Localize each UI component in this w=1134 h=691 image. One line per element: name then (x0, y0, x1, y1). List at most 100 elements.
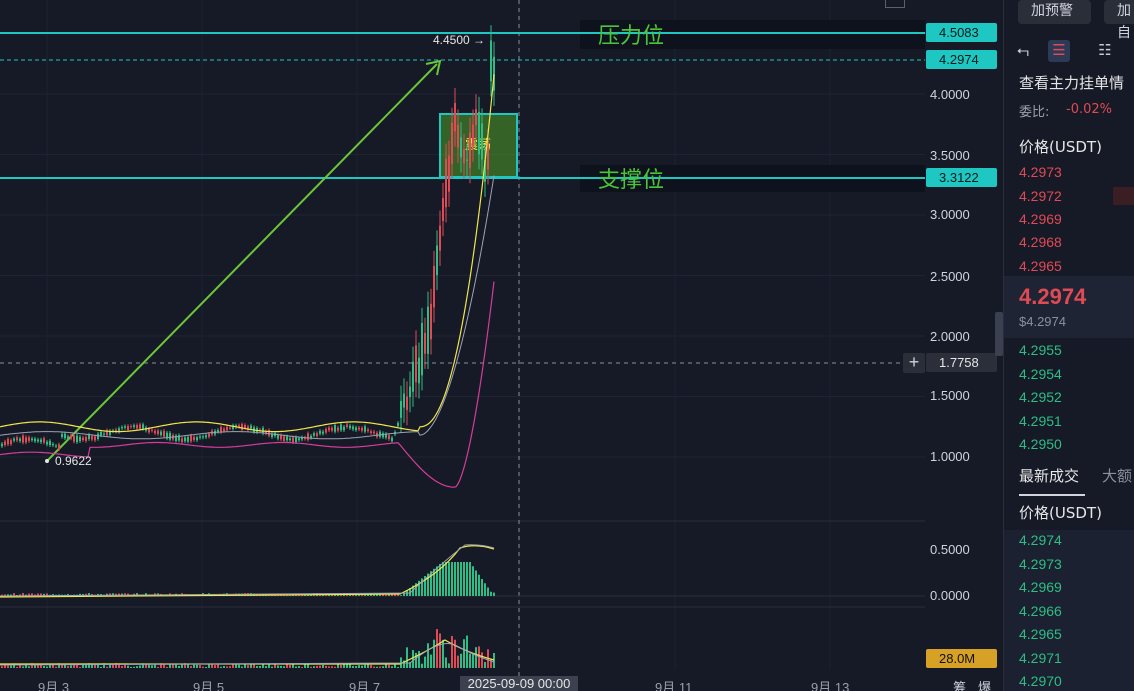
tab-large-trades[interactable]: 大额 (1102, 465, 1132, 486)
bid-price[interactable]: 4.2951 (1019, 413, 1062, 429)
ask-price[interactable]: 4.2968 (1019, 234, 1062, 250)
trade-price: 4.2970 (1019, 673, 1062, 689)
chart-canvas[interactable]: 震荡4.4500 →0.9622 (0, 0, 1003, 691)
tab-latest-trades[interactable]: 最新成交 (1019, 465, 1079, 486)
volume-bar (100, 666, 102, 668)
orderbook-title[interactable]: 查看主力挂单情 (1019, 72, 1124, 93)
candle-body (61, 434, 63, 437)
candle-body (466, 159, 468, 161)
candle-body (283, 436, 285, 441)
volume-bar (301, 666, 303, 668)
y-axis-label: 1.5000 (930, 388, 970, 403)
candle-body (463, 148, 465, 164)
volume-bar (340, 664, 342, 668)
ask-price[interactable]: 4.2965 (1019, 258, 1062, 274)
candle-body (373, 431, 375, 434)
last-price-tag: 4.2974 (926, 50, 997, 69)
bid-price[interactable]: 4.2952 (1019, 389, 1062, 405)
candle-body (127, 425, 129, 430)
oscillator-bar (460, 562, 462, 596)
candle-body (358, 427, 360, 430)
volume-bar (121, 666, 123, 668)
candle-body (379, 431, 381, 437)
candle-body (139, 424, 141, 429)
volume-bar (406, 647, 408, 668)
volume-bar (283, 666, 285, 668)
candle-body (340, 424, 342, 431)
oscillator-bar (457, 562, 459, 596)
volume-bar (484, 662, 486, 668)
ask-price[interactable]: 4.2973 (1019, 164, 1062, 180)
volume-bar (331, 666, 333, 668)
bid-price[interactable]: 4.2950 (1019, 436, 1062, 452)
y-axis-label: 3.5000 (930, 148, 970, 163)
add-watchlist-button[interactable]: 加自 (1104, 0, 1134, 41)
candle-body (229, 427, 231, 429)
volume-bar (271, 666, 273, 668)
x-axis-label: 9月 3 (38, 680, 70, 691)
candle-body (400, 400, 402, 418)
oscillator-bar (466, 562, 468, 596)
candle-body (169, 432, 171, 440)
ratio-value: -0.02% (1066, 102, 1112, 117)
candle-body (133, 425, 135, 428)
volume-bar (97, 664, 99, 668)
candle-body (163, 430, 165, 437)
volume-bar (421, 663, 423, 668)
liquidation-label[interactable]: 爆 (978, 677, 991, 691)
ask-price[interactable]: 4.2972 (1019, 188, 1062, 204)
candle-body (469, 132, 471, 169)
volume-bar (412, 650, 414, 668)
candle-body (67, 436, 69, 439)
candle-body (82, 437, 84, 441)
volume-bar (133, 666, 135, 668)
collapse-panel-handle[interactable] (995, 312, 1003, 356)
candle-body (487, 144, 489, 170)
orderbook-list-icon[interactable]: ☷ (1094, 40, 1116, 62)
volume-bar (151, 665, 153, 668)
add-alert-button[interactable]: 加预警 (1018, 0, 1091, 24)
back-icon[interactable]: ⮢ (1012, 40, 1034, 62)
candle-body (97, 433, 99, 439)
candle-body (427, 306, 429, 354)
bid-price[interactable]: 4.2954 (1019, 366, 1062, 382)
volume-bar (370, 664, 372, 668)
volume-bar (43, 665, 45, 668)
volume-bar (187, 664, 189, 668)
orderbook-both-icon[interactable]: ☰ (1048, 40, 1070, 62)
oscillator-bar (481, 579, 483, 596)
bid-price[interactable]: 4.2955 (1019, 342, 1062, 358)
volume-bar (127, 665, 129, 668)
oscillator-bar (475, 570, 477, 596)
candle-body (7, 438, 9, 445)
candle-body (100, 431, 102, 436)
candle-body (439, 225, 441, 251)
candle-body (442, 198, 444, 222)
ask-price[interactable]: 4.2969 (1019, 211, 1062, 227)
candle-body (403, 393, 405, 408)
candle-body (142, 424, 144, 429)
candle-body (322, 431, 324, 434)
volume-bar (154, 664, 156, 668)
volume-bar (223, 666, 225, 668)
volume-bar (214, 665, 216, 668)
volume-bar (181, 664, 183, 668)
volume-bar (178, 665, 180, 668)
price-header: 价格(USDT) (1019, 138, 1102, 156)
add-plus-button[interactable]: + (903, 353, 925, 373)
chips-label[interactable]: 筹 (953, 677, 966, 691)
volume-bar (388, 664, 390, 668)
price-chart[interactable]: 震荡4.4500 →0.9622 4.0000 3.5000 3.0000 2.… (0, 0, 1003, 691)
candle-body (388, 435, 390, 440)
volume-bar (259, 665, 261, 668)
active-tab-indicator (1019, 494, 1085, 496)
x-axis-label: 9月 5 (193, 680, 225, 691)
chart-settings-icon[interactable] (885, 0, 905, 8)
candle-body (367, 429, 369, 432)
volume-bar (217, 664, 219, 668)
volume-bar (268, 664, 270, 668)
ask-depth-bar (1113, 187, 1134, 205)
candle-body (472, 124, 474, 147)
candle-body (217, 430, 219, 432)
volume-bar (433, 639, 435, 668)
